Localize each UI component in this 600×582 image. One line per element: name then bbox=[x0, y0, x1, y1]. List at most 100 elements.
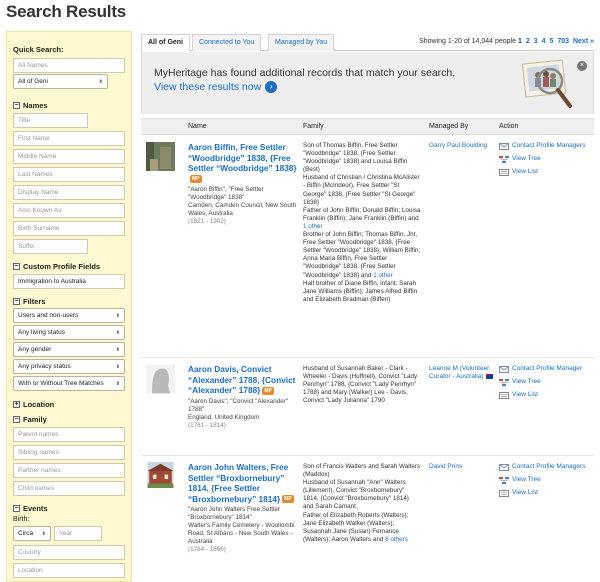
sibling-names-input[interactable]: Sibling names bbox=[13, 445, 125, 460]
middle-name-input[interactable]: Middle Name bbox=[13, 149, 125, 164]
view-tree-link[interactable]: View Tree bbox=[499, 378, 591, 386]
also-known-as-input[interactable]: Also Known As bbox=[13, 203, 125, 218]
events-section-toggle[interactable]: − Events bbox=[13, 504, 48, 513]
select-arrows-icon: ⬍ bbox=[41, 530, 46, 537]
users-filter-select[interactable]: Users and non-users ⬍ bbox=[13, 308, 125, 323]
view-results-link[interactable]: View these results now › bbox=[154, 81, 278, 93]
family-text: Son of Francis Walters and Sarah Walters… bbox=[303, 463, 421, 543]
page-link[interactable]: 2 bbox=[526, 38, 530, 45]
list-icon bbox=[499, 392, 509, 399]
column-header-family: Family bbox=[303, 123, 324, 130]
family-section-toggle[interactable]: − Family bbox=[13, 415, 47, 424]
collapse-icon: − bbox=[13, 263, 20, 270]
action-label: Contact Profile Managers bbox=[512, 463, 586, 470]
birth-surname-input[interactable]: Birth Surname bbox=[13, 221, 125, 236]
profile-name-link[interactable]: Aaron Davis, Convict “Alexander” 1788, {… bbox=[188, 364, 298, 396]
family-text: Husband of Susannah Baker - Clark - Whee… bbox=[303, 365, 418, 405]
profile-name: Aaron Davis, Convict “Alexander” 1788, {… bbox=[188, 364, 296, 395]
tree-icon bbox=[499, 156, 509, 163]
living-filter-select[interactable]: Any living status ⬍ bbox=[13, 325, 125, 340]
myheritage-banner: MyHeritage has found additional records … bbox=[141, 52, 594, 114]
search-sidebar: Quick Search: All Names All of Geni ⬍ − Na… bbox=[6, 31, 132, 582]
first-name-input[interactable]: First Name bbox=[13, 131, 125, 146]
contact-managers-link[interactable]: Contact Profile Managers bbox=[499, 463, 591, 471]
expand-icon: + bbox=[13, 401, 20, 408]
close-banner-icon[interactable]: × bbox=[577, 61, 587, 71]
child-names-input[interactable]: Child names bbox=[13, 481, 125, 496]
view-tree-link[interactable]: View Tree bbox=[499, 476, 591, 484]
names-section-toggle[interactable]: − Names bbox=[13, 101, 48, 110]
view-list-link[interactable]: View List bbox=[499, 489, 591, 497]
collapse-icon: − bbox=[13, 102, 20, 109]
view-list-link[interactable]: View List bbox=[499, 391, 591, 399]
filters-section-toggle[interactable]: − Filters bbox=[13, 297, 46, 306]
mp-badge: MP bbox=[190, 175, 202, 184]
page-link[interactable]: 3 bbox=[534, 38, 538, 45]
profile-name-link[interactable]: Aaron John Walters, Free Settler “Broxbo… bbox=[188, 462, 298, 504]
birth-country-input[interactable]: Country bbox=[13, 545, 125, 560]
more-family-link[interactable]: 1 other bbox=[303, 223, 323, 230]
gender-filter-select[interactable]: Any gender ⬍ bbox=[13, 342, 125, 357]
custom-fields-toggle[interactable]: − Custom Profile Fields bbox=[13, 262, 100, 271]
page-link-last[interactable]: 703 bbox=[557, 38, 569, 45]
title-input[interactable]: Title bbox=[13, 113, 88, 128]
collapse-icon: − bbox=[13, 505, 20, 512]
page-link[interactable]: 4 bbox=[542, 38, 546, 45]
parent-names-input[interactable]: Parent names bbox=[13, 427, 125, 442]
select-arrows-icon: ⬍ bbox=[115, 363, 120, 370]
view-list-link[interactable]: View List bbox=[499, 168, 591, 176]
suffix-input[interactable]: Suffix bbox=[13, 239, 88, 254]
scope-select-value: All of Geni bbox=[18, 78, 48, 85]
custom-field-input[interactable]: Immigration to Australia bbox=[13, 274, 125, 289]
action-label: View Tree bbox=[512, 378, 541, 385]
users-filter-value: Users and non-users bbox=[18, 312, 79, 319]
privacy-filter-select[interactable]: Any privacy status ⬍ bbox=[13, 359, 125, 374]
page-current: 1 bbox=[518, 38, 522, 45]
results-count: Showing 1-20 of 14,044 people bbox=[419, 38, 516, 45]
more-family-link[interactable]: 1 other bbox=[373, 272, 393, 279]
australia-flag-icon bbox=[485, 373, 493, 379]
action-label: Contact Profile Manager bbox=[512, 365, 583, 372]
contact-managers-link[interactable]: Contact Profile Managers bbox=[499, 142, 591, 150]
tree-match-filter-select[interactable]: With or Without Tree Matches ⬍ bbox=[13, 376, 125, 391]
manager-link[interactable]: Leanne M (Volunteer Curator - Australia) bbox=[429, 365, 489, 380]
select-arrows-icon: ⬍ bbox=[115, 346, 120, 353]
pagination: 1 2 3 4 5 703 Next » bbox=[516, 38, 594, 45]
more-family-link[interactable]: 6 others bbox=[385, 536, 408, 543]
last-names-input[interactable]: Last Names bbox=[13, 167, 125, 182]
birth-year-input[interactable]: Year bbox=[54, 526, 102, 541]
action-label: View List bbox=[512, 489, 538, 496]
birth-label: Birth: bbox=[13, 516, 30, 523]
tab-connected-to-you[interactable]: Connected to You bbox=[192, 34, 262, 51]
action-label: View Tree bbox=[512, 155, 541, 162]
list-icon bbox=[499, 490, 509, 497]
view-tree-link[interactable]: View Tree bbox=[499, 155, 591, 163]
contact-manager-link[interactable]: Contact Profile Manager bbox=[499, 365, 591, 373]
next-page-link[interactable]: Next » bbox=[573, 38, 594, 45]
envelope-icon bbox=[499, 464, 509, 471]
partner-names-input[interactable]: Partner names bbox=[13, 463, 125, 478]
location-section-toggle[interactable]: + Location bbox=[13, 400, 54, 409]
events-section-label: Events bbox=[23, 504, 48, 513]
column-header-name: Name bbox=[188, 123, 207, 130]
birth-location-input[interactable]: Location bbox=[13, 563, 125, 578]
action-label: View List bbox=[512, 168, 538, 175]
action-label: Contact Profile Managers bbox=[512, 142, 586, 149]
results-table-header: Name Family Managed By Action bbox=[141, 118, 594, 135]
tab-managed-by-you[interactable]: Managed by You bbox=[268, 34, 335, 51]
tree-match-filter-value: With or Without Tree Matches bbox=[18, 380, 104, 387]
display-name-input[interactable]: Display Name bbox=[13, 185, 125, 200]
profile-name-link[interactable]: Aaron Biffin, Free Settler “Woodbridge” … bbox=[188, 142, 298, 184]
manager-link[interactable]: Garry Paul Boulding bbox=[429, 142, 487, 149]
profile-dates: (1784 - 1866) bbox=[188, 546, 226, 553]
manager-link[interactable]: David Prins bbox=[429, 463, 462, 470]
envelope-icon bbox=[499, 366, 509, 373]
tab-all-of-geni[interactable]: All of Geni bbox=[141, 34, 190, 52]
birth-circa-select[interactable]: Circa ⬍ bbox=[13, 526, 51, 541]
profile-photo bbox=[147, 462, 174, 488]
all-names-input[interactable]: All Names bbox=[13, 58, 125, 73]
profile-silhouette-icon bbox=[146, 364, 175, 394]
banner-message: MyHeritage has found additional records … bbox=[154, 67, 456, 79]
page-link[interactable]: 5 bbox=[549, 38, 553, 45]
scope-select[interactable]: All of Geni ⬍ bbox=[13, 74, 108, 89]
